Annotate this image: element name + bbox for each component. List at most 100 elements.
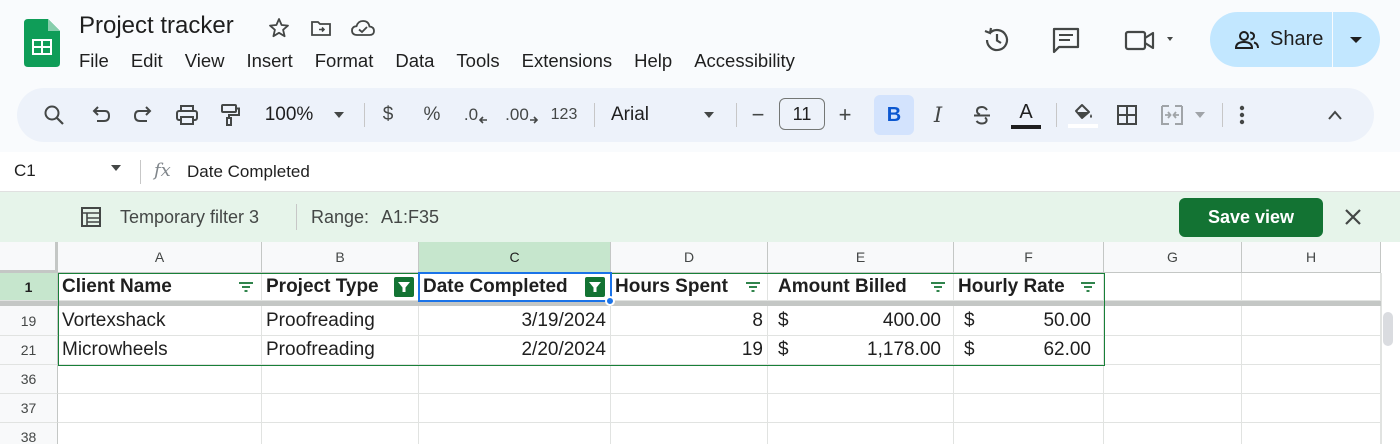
name-box[interactable]: C1 xyxy=(14,161,36,181)
sheets-logo-icon[interactable] xyxy=(24,19,60,67)
cell[interactable] xyxy=(768,365,954,394)
currency-format-button[interactable]: $ xyxy=(377,88,399,142)
move-folder-icon[interactable] xyxy=(307,14,335,42)
cell[interactable] xyxy=(1242,365,1381,394)
cell[interactable] xyxy=(1242,423,1381,444)
column-header-a[interactable]: A xyxy=(58,242,262,273)
star-icon[interactable] xyxy=(265,14,293,42)
cell[interactable] xyxy=(768,394,954,423)
bold-button[interactable]: B xyxy=(874,95,914,135)
more-formats-button[interactable]: 123 xyxy=(547,88,581,142)
formula-input[interactable]: Date Completed xyxy=(187,162,310,182)
row-header[interactable]: 19 xyxy=(0,306,58,336)
cell[interactable] xyxy=(1104,423,1242,444)
row-header[interactable]: 36 xyxy=(0,365,58,394)
borders-icon[interactable] xyxy=(1114,88,1140,142)
menu-data[interactable]: Data xyxy=(395,50,434,72)
menu-view[interactable]: View xyxy=(185,50,225,72)
column-header-e[interactable]: E xyxy=(768,242,954,273)
cell[interactable] xyxy=(1104,306,1242,336)
collapse-toolbar-icon[interactable] xyxy=(1323,88,1347,142)
cell[interactable] xyxy=(611,365,768,394)
paint-format-icon[interactable] xyxy=(217,88,243,142)
cell[interactable] xyxy=(58,394,262,423)
cell[interactable] xyxy=(1104,273,1242,301)
undo-icon[interactable] xyxy=(87,88,113,142)
decrease-decimal-button[interactable]: .0 xyxy=(461,88,491,142)
cell[interactable] xyxy=(1242,336,1381,365)
share-options-button[interactable] xyxy=(1333,12,1379,67)
menu-help[interactable]: Help xyxy=(634,50,672,72)
font-size-input[interactable]: 11 xyxy=(779,98,825,130)
cell[interactable] xyxy=(954,365,1104,394)
cloud-saved-icon[interactable] xyxy=(349,14,377,42)
row-header[interactable]: 37 xyxy=(0,394,58,423)
menu-tools[interactable]: Tools xyxy=(456,50,499,72)
italic-button[interactable]: I xyxy=(925,88,951,142)
cell[interactable] xyxy=(1242,394,1381,423)
increase-decimal-button[interactable]: .00 xyxy=(505,88,539,142)
merge-cells-icon[interactable] xyxy=(1159,88,1185,142)
cell[interactable] xyxy=(262,394,419,423)
decrease-font-size-button[interactable]: − xyxy=(747,88,769,142)
cell[interactable] xyxy=(768,423,954,444)
cell[interactable] xyxy=(611,423,768,444)
cell[interactable] xyxy=(262,365,419,394)
column-header-c[interactable]: C xyxy=(419,242,611,273)
menu-extensions[interactable]: Extensions xyxy=(522,50,613,72)
text-color-button[interactable]: A xyxy=(1011,88,1041,142)
font-dropdown-icon[interactable] xyxy=(699,88,719,142)
cell[interactable] xyxy=(611,394,768,423)
meet-icon[interactable] xyxy=(1123,25,1183,62)
search-menus-icon[interactable] xyxy=(41,88,67,142)
row-header[interactable]: 21 xyxy=(0,336,58,365)
merge-dropdown-icon[interactable] xyxy=(1191,88,1209,142)
save-view-button[interactable]: Save view xyxy=(1179,198,1323,237)
column-header-g[interactable]: G xyxy=(1104,242,1242,273)
vertical-scrollbar-thumb[interactable] xyxy=(1383,312,1393,346)
share-button[interactable]: Share xyxy=(1210,12,1332,67)
cell[interactable] xyxy=(1242,306,1381,336)
more-options-icon[interactable] xyxy=(1232,88,1252,142)
version-history-icon[interactable] xyxy=(981,24,1013,61)
print-icon[interactable] xyxy=(174,88,200,142)
column-header-b[interactable]: B xyxy=(262,242,419,273)
cell[interactable] xyxy=(58,365,262,394)
cell[interactable] xyxy=(954,394,1104,423)
document-title[interactable]: Project tracker xyxy=(79,12,234,40)
menu-edit[interactable]: Edit xyxy=(131,50,163,72)
cell[interactable] xyxy=(1104,336,1242,365)
cell[interactable] xyxy=(58,423,262,444)
fill-handle[interactable] xyxy=(605,296,615,306)
cell[interactable] xyxy=(419,423,611,444)
cell[interactable] xyxy=(1242,273,1381,301)
strikethrough-icon[interactable] xyxy=(969,88,995,142)
cell[interactable] xyxy=(419,365,611,394)
vertical-scroll-track[interactable] xyxy=(1381,273,1400,444)
cell[interactable] xyxy=(954,423,1104,444)
comments-icon[interactable] xyxy=(1050,25,1082,62)
menu-insert[interactable]: Insert xyxy=(246,50,292,72)
redo-icon[interactable] xyxy=(131,88,157,142)
menu-accessibility[interactable]: Accessibility xyxy=(694,50,795,72)
column-header-d[interactable]: D xyxy=(611,242,768,273)
zoom-select[interactable]: 100% xyxy=(261,88,317,142)
row-header[interactable]: 38 xyxy=(0,423,58,444)
range-value[interactable]: A1:F35 xyxy=(381,207,439,228)
cell[interactable] xyxy=(419,394,611,423)
select-all-corner[interactable] xyxy=(0,242,58,273)
menu-format[interactable]: Format xyxy=(315,50,374,72)
cell[interactable] xyxy=(1104,394,1242,423)
close-icon[interactable] xyxy=(1342,206,1364,228)
fill-color-icon[interactable] xyxy=(1068,88,1098,142)
column-header-f[interactable]: F xyxy=(954,242,1104,273)
name-box-dropdown-icon[interactable] xyxy=(110,164,122,172)
percent-format-button[interactable]: % xyxy=(419,88,445,142)
font-select[interactable]: Arial xyxy=(611,88,661,142)
row-header[interactable]: 1 xyxy=(0,273,58,301)
increase-font-size-button[interactable]: + xyxy=(834,88,856,142)
filter-view-name[interactable]: Temporary filter 3 xyxy=(120,207,259,228)
cell[interactable] xyxy=(1104,365,1242,394)
cell[interactable] xyxy=(262,423,419,444)
column-header-h[interactable]: H xyxy=(1242,242,1381,273)
